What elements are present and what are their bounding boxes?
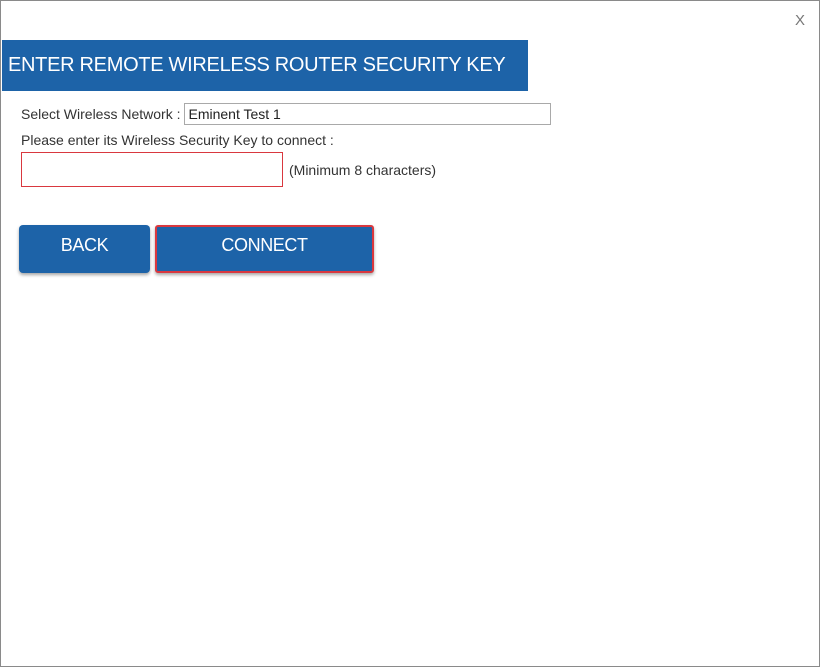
dialog-title: ENTER REMOTE WIRELESS ROUTER SECURITY KE…	[8, 54, 506, 76]
wireless-key-dialog: X ENTER REMOTE WIRELESS ROUTER SECURITY …	[0, 0, 820, 667]
back-button[interactable]: BACK	[19, 225, 150, 273]
connect-button[interactable]: CONNECT	[155, 225, 374, 273]
key-row: (Minimum 8 characters)	[21, 152, 436, 187]
security-key-input[interactable]	[21, 152, 283, 187]
network-label: Select Wireless Network :	[21, 106, 181, 122]
network-input[interactable]	[184, 103, 552, 125]
dialog-title-bar: ENTER REMOTE WIRELESS ROUTER SECURITY KE…	[2, 40, 528, 91]
key-hint: (Minimum 8 characters)	[289, 161, 437, 178]
close-icon[interactable]: X	[795, 13, 805, 28]
network-row: Select Wireless Network :	[21, 103, 552, 125]
key-prompt: Please enter its Wireless Security Key t…	[21, 132, 334, 148]
